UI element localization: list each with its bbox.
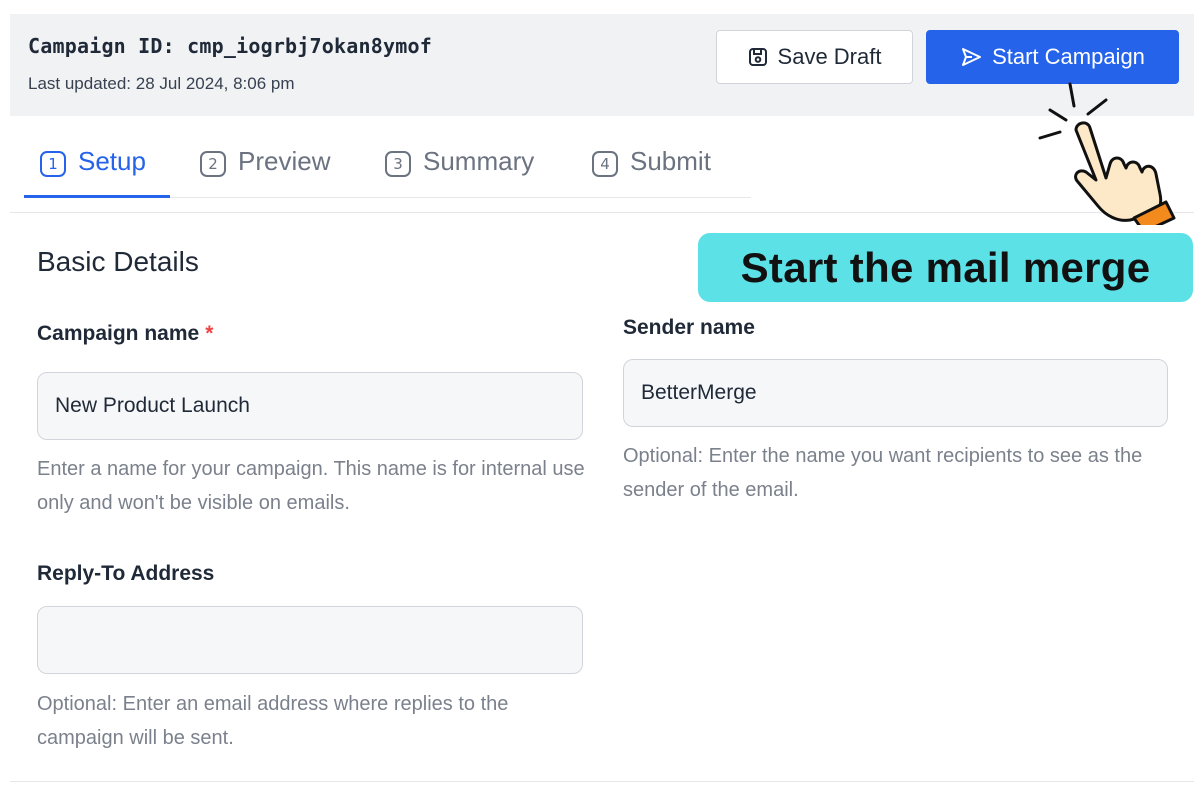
campaign-header: Campaign ID: cmp_iogrbj7okan8ymof Last u… <box>10 14 1194 116</box>
tab-summary[interactable]: 3 Summary <box>385 142 534 198</box>
campaign-panel: Campaign ID: cmp_iogrbj7okan8ymof Last u… <box>10 14 1194 782</box>
tab-preview[interactable]: 2 Preview <box>200 142 330 198</box>
campaign-id: Campaign ID: cmp_iogrbj7okan8ymof <box>28 34 432 58</box>
reply-to-label: Reply-To Address <box>37 562 215 585</box>
tabs-divider <box>10 212 1194 213</box>
campaign-name-help: Enter a name for your campaign. This nam… <box>37 458 585 514</box>
reply-to-input[interactable] <box>37 606 583 674</box>
tab-number: 4 <box>592 151 618 177</box>
tab-label: Preview <box>238 146 331 176</box>
callout-banner: Start the mail merge <box>698 233 1193 302</box>
save-draft-label: Save Draft <box>777 44 882 69</box>
sender-name-input[interactable] <box>623 359 1168 427</box>
last-updated: Last updated: 28 Jul 2024, 8:06 pm <box>28 74 295 93</box>
tab-number: 3 <box>385 151 411 177</box>
reply-to-help: Optional: Enter an email address where r… <box>37 693 509 749</box>
sender-name-help: Optional: Enter the name you want recipi… <box>623 445 1143 501</box>
tab-number: 1 <box>40 151 66 177</box>
campaign-name-label: Campaign name * <box>37 322 213 346</box>
pointing-hand-icon <box>1026 80 1176 234</box>
send-icon <box>960 46 982 68</box>
tab-label: Submit <box>630 146 711 176</box>
step-tabs: 1 Setup 2 Preview 3 Summary 4 Submit <box>24 116 751 198</box>
section-title: Basic Details <box>37 246 199 277</box>
tab-label: Setup <box>78 146 146 176</box>
required-mark: * <box>205 322 214 345</box>
start-campaign-button[interactable]: Start Campaign <box>926 30 1179 84</box>
start-campaign-label: Start Campaign <box>992 44 1145 69</box>
campaign-name-label-text: Campaign name <box>37 322 200 345</box>
tab-setup[interactable]: 1 Setup <box>24 142 170 198</box>
tab-submit[interactable]: 4 Submit <box>592 142 711 198</box>
save-draft-button[interactable]: Save Draft <box>716 30 913 84</box>
tab-number: 2 <box>200 151 226 177</box>
save-icon <box>748 47 768 67</box>
sender-name-label: Sender name <box>623 316 755 339</box>
campaign-name-input[interactable] <box>37 372 583 440</box>
tab-label: Summary <box>423 146 535 176</box>
